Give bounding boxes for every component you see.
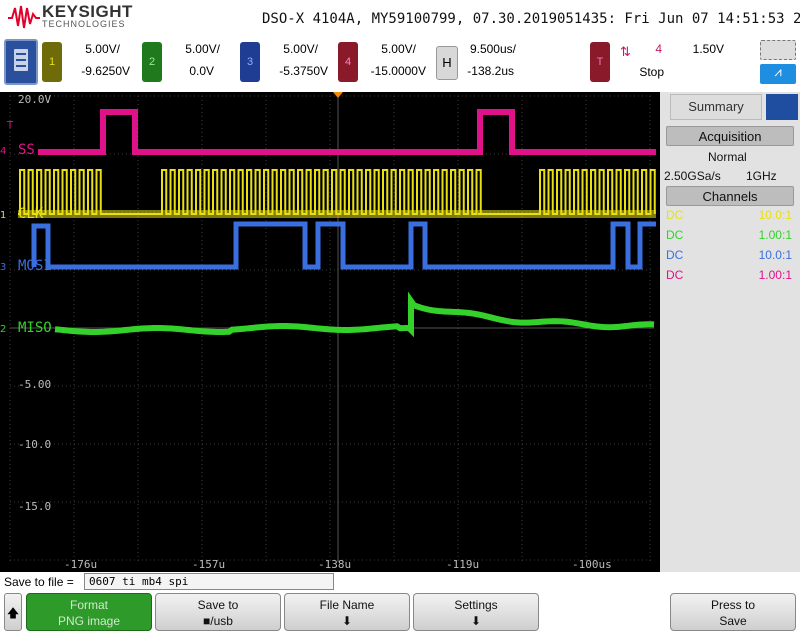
sample-rate: 2.50GSa/s <box>664 169 721 183</box>
waveform-display[interactable]: 20.0V -5.00 -10.0 -15.0 -176u -157u -138u -119u… <box>0 92 660 572</box>
press-to-title: Press to <box>710 598 755 612</box>
tab-summary[interactable]: Summary <box>670 94 762 120</box>
trace-clk <box>18 169 656 215</box>
ch3-offset: -5.3750V <box>279 64 328 78</box>
zoom-select-button[interactable] <box>760 40 796 60</box>
trace-name: MISO <box>18 320 52 336</box>
settings-softkey[interactable]: Settings ⬇ <box>413 593 539 631</box>
filename-field[interactable]: 0607 ti mb4 spi <box>84 573 334 590</box>
trace-name: SS <box>18 142 35 158</box>
probe-ratio: 10.0:1 <box>758 248 792 262</box>
menu-button[interactable] <box>4 39 38 85</box>
channels-header: Channels <box>666 186 794 206</box>
document-icon <box>14 49 28 71</box>
wave-measure-button[interactable]: ⩘ <box>760 64 796 84</box>
back-up-button[interactable]: 🡅 <box>4 593 22 631</box>
ch2-scale: 5.00V/ <box>185 42 220 56</box>
ground-marker: 3 <box>0 262 6 273</box>
time-label: -119u <box>446 558 479 571</box>
probe-ratio: 1.00:1 <box>758 268 792 282</box>
bandwidth: 1GHz <box>746 169 777 183</box>
arrow-down-icon: ⬇ <box>341 614 353 628</box>
probe-ratio: 10.0:1 <box>758 208 792 222</box>
scope-title: DSO-X 4104A, MY59100799, 07.30.201905143… <box>262 11 800 27</box>
time-label: -100us <box>572 558 612 571</box>
keysight-logo-icon <box>8 5 40 29</box>
ch3-scale: 5.00V/ <box>283 42 318 56</box>
ch2-offset: 0.0V <box>189 64 214 78</box>
coupling: DC <box>666 268 684 282</box>
trigger-level-marker: T <box>6 120 14 131</box>
status-bar: Save to file = 0607 ti mb4 spi <box>0 572 800 592</box>
trigger-level: 1.50V <box>692 42 724 56</box>
ch1-scale: 5.00V/ <box>85 42 120 56</box>
header: KEYSIGHT TECHNOLOGIES DSO-X 4104A, MY591… <box>0 0 800 38</box>
time-label: -138u <box>318 558 351 571</box>
coupling: DC <box>666 208 684 222</box>
scope-graticule: 20.0V -5.00 -10.0 -15.0 -176u -157u -138u -119u… <box>0 92 656 571</box>
summary-panel: Summary Acquisition Normal 2.50GSa/s 1GH… <box>660 92 800 572</box>
trace-mosi <box>31 221 656 270</box>
volt-label: -5.00 <box>18 378 51 391</box>
save-to-softkey[interactable]: Save to ■/usb <box>155 593 281 631</box>
volt-label: -10.0 <box>18 438 51 451</box>
ground-marker: 2 <box>0 324 6 335</box>
press-to-save-softkey[interactable]: Press to Save <box>670 593 796 631</box>
format-softkey[interactable]: Format PNG image <box>26 593 152 631</box>
coupling: DC <box>666 248 684 262</box>
save-to-title: Save to <box>197 598 239 612</box>
trace-miso <box>54 291 655 338</box>
save-to-value: ■/usb <box>203 614 233 628</box>
softkey-bar: 🡅 Format PNG image Save to ■/usb File Na… <box>0 592 800 632</box>
trace-name: CLK <box>18 206 44 222</box>
trace-ss <box>38 109 656 155</box>
coupling: DC <box>666 228 684 242</box>
arrow-down-icon: ⬇ <box>470 614 482 628</box>
save-title: Save <box>719 614 747 628</box>
run-state: Stop <box>639 65 664 79</box>
trace-clk-band <box>18 210 656 218</box>
probe-ratio: 1.00:1 <box>758 228 792 242</box>
ch1-offset: -9.6250V <box>81 64 130 78</box>
trace-name: MOSI <box>18 258 52 274</box>
ground-marker: 4 <box>0 146 6 157</box>
tab-settings-icon[interactable] <box>766 94 798 120</box>
delay: -138.2us <box>467 64 514 78</box>
brand-sub: TECHNOLOGIES <box>42 19 126 29</box>
format-title: Format <box>69 598 108 612</box>
channel-bar: 1 5.00V/ -9.6250V 2 5.00V/ 0.0V 3 5.00V/… <box>0 38 800 90</box>
volt-top-label: 20.0V <box>18 93 51 106</box>
timebase: 9.500us/ <box>469 42 516 56</box>
acq-mode: Normal <box>708 150 747 164</box>
time-label: -157u <box>192 558 225 571</box>
acquisition-header: Acquisition <box>666 126 794 146</box>
format-value: PNG image <box>57 614 121 628</box>
save-to-file-label: Save to file = <box>4 575 74 589</box>
file-name-title: File Name <box>319 598 375 612</box>
file-name-softkey[interactable]: File Name ⬇ <box>284 593 410 631</box>
settings-title: Settings <box>454 598 498 612</box>
time-label: -176u <box>64 558 97 571</box>
ch4-offset: -15.0000V <box>370 64 426 78</box>
volt-label: -15.0 <box>18 500 51 513</box>
ground-marker: 1 <box>0 210 6 221</box>
trigger-position-icon <box>333 92 343 98</box>
ch4-scale: 5.00V/ <box>381 42 416 56</box>
